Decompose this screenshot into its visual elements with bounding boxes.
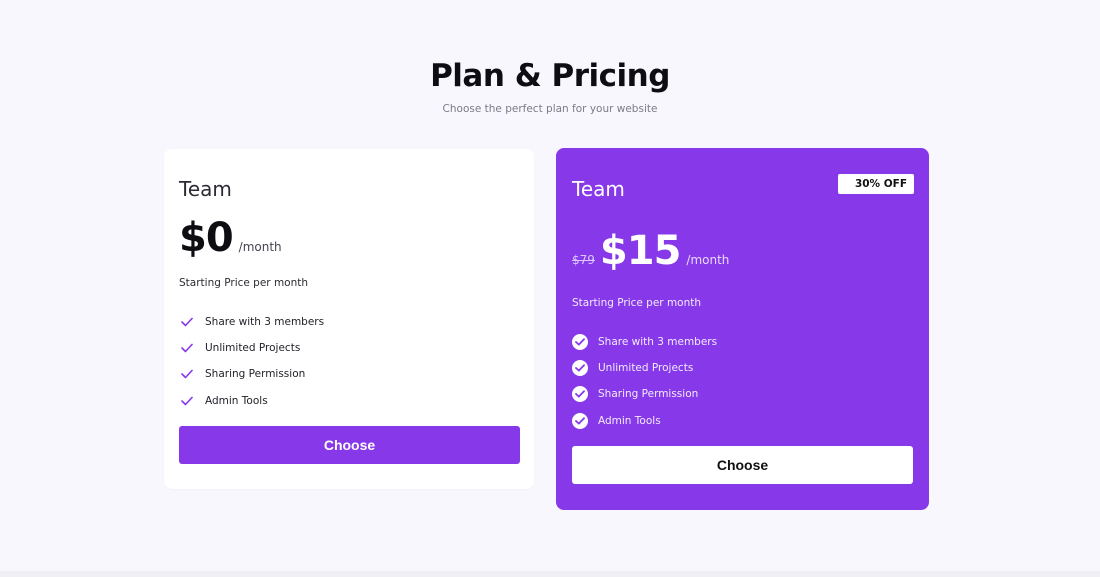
price-row: $0 /month — [179, 215, 282, 261]
check-icon — [179, 366, 195, 382]
feature-label: Unlimited Projects — [205, 342, 301, 355]
choose-button[interactable]: Choose — [572, 446, 913, 484]
plan-name: Team — [572, 177, 625, 201]
check-icon — [179, 314, 195, 330]
feature-item: Unlimited Projects — [179, 335, 324, 361]
feature-label: Sharing Permission — [205, 368, 306, 381]
check-circle-icon — [572, 412, 588, 429]
pricing-card-discounted: Team 30% OFF $79 $15 /month Starting Pri… — [556, 148, 929, 510]
feature-item: Admin Tools — [572, 408, 717, 434]
bottom-divider — [0, 571, 1100, 577]
discount-badge: 30% OFF — [837, 174, 914, 194]
feature-label: Admin Tools — [205, 394, 268, 407]
price-caption: Starting Price per month — [572, 297, 702, 309]
price-caption: Starting Price per month — [179, 277, 309, 289]
feature-item: Share with 3 members — [572, 329, 717, 355]
old-price: $79 — [572, 253, 595, 267]
price-period: /month — [238, 240, 282, 254]
feature-label: Unlimited Projects — [598, 362, 694, 375]
feature-item: Sharing Permission — [572, 381, 717, 407]
feature-list: Share with 3 members Unlimited Projects … — [179, 309, 324, 414]
feature-item: Sharing Permission — [179, 361, 324, 387]
plan-name: Team — [179, 177, 232, 201]
choose-button[interactable]: Choose — [179, 426, 520, 464]
plan-price: $15 — [599, 228, 681, 274]
check-icon — [179, 393, 195, 409]
check-icon — [179, 340, 195, 356]
feature-label: Admin Tools — [598, 414, 661, 427]
feature-item: Share with 3 members — [179, 309, 324, 335]
feature-item: Unlimited Projects — [572, 355, 717, 381]
feature-item: Admin Tools — [179, 388, 324, 414]
check-circle-icon — [572, 360, 588, 377]
plan-price: $0 — [179, 215, 234, 261]
page-subtitle: Choose the perfect plan for your website — [442, 103, 658, 115]
pricing-card-free: Team $0 /month Starting Price per month … — [164, 149, 534, 489]
check-circle-icon — [572, 386, 588, 403]
page-title: Plan & Pricing — [430, 58, 670, 94]
feature-label: Share with 3 members — [205, 316, 325, 329]
feature-list: Share with 3 members Unlimited Projects … — [572, 329, 717, 434]
price-row: $79 $15 /month — [572, 228, 729, 274]
feature-label: Share with 3 members — [598, 336, 718, 349]
price-period: /month — [686, 253, 730, 267]
check-circle-icon — [572, 334, 588, 351]
feature-label: Sharing Permission — [598, 388, 699, 401]
